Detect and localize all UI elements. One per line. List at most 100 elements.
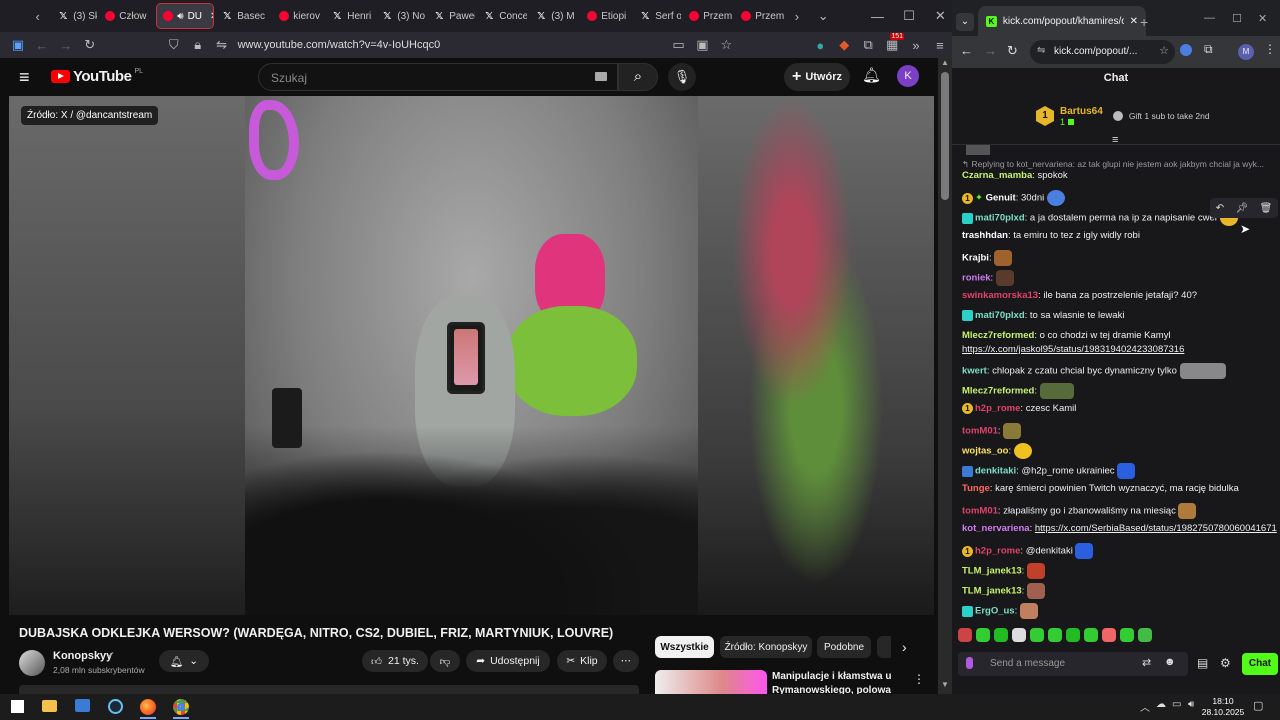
chat-username[interactable]: denkitaki xyxy=(975,466,1016,477)
chat-username[interactable]: swinkamorska13 xyxy=(962,290,1038,301)
volume-icon[interactable]: 🔊︎ xyxy=(1188,699,1194,710)
quick-emote[interactable] xyxy=(1030,628,1044,642)
new-tab-icon[interactable]: + xyxy=(1140,14,1148,30)
extension-counter-icon[interactable]: ▦ 151 xyxy=(880,33,905,53)
chat-username[interactable]: tomM01 xyxy=(962,506,998,517)
tab-search-button[interactable]: ⌄ xyxy=(956,13,974,31)
url-bar[interactable]: www.youtube.com/watch?v=4v-IoUHcqc0 xyxy=(238,39,667,51)
chat-username[interactable]: ErgO_us xyxy=(975,606,1015,617)
chevron-down-icon[interactable]: ⌄ xyxy=(809,8,838,24)
page-scrollbar[interactable]: ▲ ▼ xyxy=(938,58,952,694)
related-more-icon[interactable]: ⋮ xyxy=(913,672,925,686)
channel-name[interactable]: Konopskyy xyxy=(53,650,112,662)
chat-input-box[interactable]: Send a message ⇄ ☻ xyxy=(958,652,1188,676)
chat-message[interactable]: denkitaki: @h2p_rome ukrainiec xyxy=(962,463,1136,479)
browser-tab[interactable]: 🔊︎ DU ✕ xyxy=(156,3,215,29)
chat-message[interactable]: ErgO_us: xyxy=(962,603,1038,619)
maximize-icon[interactable]: ☐ xyxy=(1232,12,1242,25)
chat-message[interactable]: kot_nervariena: https://x.com/SerbiaBase… xyxy=(962,523,1277,534)
video-player[interactable]: Źródło: X / @dancantstream xyxy=(9,96,934,615)
chat-message[interactable]: Krajbi: xyxy=(962,250,1013,266)
reload-icon[interactable]: ↻ xyxy=(1007,43,1018,59)
notifications-bell-icon[interactable]: 🔔︎ xyxy=(862,66,881,84)
omnibox[interactable]: ⇋ kick.com/popout/... ☆ xyxy=(1030,40,1175,64)
overflow-chevrons-icon[interactable]: » xyxy=(904,38,928,53)
quick-emote[interactable] xyxy=(994,628,1008,642)
chat-username[interactable]: mati70plxd xyxy=(975,213,1025,224)
clock-time[interactable]: 18:10 xyxy=(1200,696,1246,706)
clock-date[interactable]: 28.10.2025 xyxy=(1200,707,1246,717)
hamburger-menu-icon[interactable]: ≡ xyxy=(928,38,952,53)
screenshot-icon[interactable]: ▣ xyxy=(690,37,714,53)
microphone-icon[interactable] xyxy=(966,657,973,669)
chat-message[interactable]: TLM_janek13: xyxy=(962,563,1045,579)
settings-gear-icon[interactable]: ⚙ xyxy=(1220,656,1231,670)
browser-tab[interactable]: Etiopi xyxy=(581,4,631,28)
chat-link[interactable]: https://x.com/jaskol95/status/1983194024… xyxy=(962,344,1184,355)
omnibox-url[interactable]: kick.com/popout/... xyxy=(1054,46,1137,57)
close-tab-icon[interactable]: ✕ xyxy=(1130,16,1138,27)
browser-tab[interactable]: Przem xyxy=(735,4,785,28)
chat-username[interactable]: Czarna_mamba xyxy=(962,170,1032,181)
chat-username[interactable]: tomM01 xyxy=(962,426,998,437)
chat-username[interactable]: Krajbi xyxy=(962,253,989,264)
search-box[interactable]: Szukaj xyxy=(258,63,618,91)
chat-message[interactable]: 1 h2p_rome: czesc Kamil xyxy=(962,403,1076,414)
share-button[interactable]: ➦ Udostępnij xyxy=(466,650,550,672)
chat-message[interactable]: Tunge: karę śmierci powinien Twitch wyzn… xyxy=(962,483,1239,494)
kick-tab[interactable]: K kick.com/popout/khamires/cha ✕ xyxy=(978,6,1146,36)
monitor-app-icon[interactable] xyxy=(75,699,90,712)
close-window-icon[interactable]: ✕ xyxy=(929,8,952,24)
delete-icon[interactable]: 🗑︎ xyxy=(1260,203,1273,214)
voice-search-button[interactable]: 🎙︎ xyxy=(668,63,696,91)
browser-tab[interactable]: Człow xyxy=(99,4,155,28)
more-actions-button[interactable]: ⋯ xyxy=(613,650,639,672)
chip-next-icon[interactable]: › xyxy=(902,639,907,655)
pin-icon[interactable]: 📌︎ xyxy=(1235,203,1248,214)
back-icon[interactable]: ← xyxy=(960,43,973,58)
chat-username[interactable]: Mlecz7reformed xyxy=(962,330,1034,341)
chat-username[interactable]: Tunge xyxy=(962,483,990,494)
close-tab-icon[interactable]: ✕ xyxy=(210,11,213,22)
close-window-icon[interactable]: ✕ xyxy=(1258,12,1267,25)
chat-username[interactable]: h2p_rome xyxy=(975,403,1020,414)
windows-start-icon[interactable] xyxy=(11,700,24,713)
browser-tab[interactable]: 𝕏 Henri xyxy=(325,4,373,28)
chat-message[interactable]: mati70plxd: to sa wlasnie te lewaki xyxy=(962,310,1124,321)
quick-emote[interactable] xyxy=(1066,628,1080,642)
tray-cloud-icon[interactable]: ☁ xyxy=(1156,699,1166,710)
permissions-icon[interactable]: ⇋ xyxy=(210,37,234,53)
browser-tab[interactable]: kierov xyxy=(273,4,323,28)
chat-username[interactable]: TLM_janek13 xyxy=(962,566,1022,577)
chat-username[interactable]: kwert xyxy=(962,366,987,377)
chat-message[interactable]: Mlecz7reformed: xyxy=(962,383,1074,399)
chat-username[interactable]: h2p_rome xyxy=(975,546,1020,557)
translate-icon[interactable]: ⇄ xyxy=(1142,656,1151,669)
related-title-line1[interactable]: Manipulacje i kłamstwa u xyxy=(772,671,891,682)
create-button[interactable]: + Utwórz xyxy=(784,63,850,91)
chrome-icon[interactable] xyxy=(173,699,189,715)
browser-tab[interactable]: 𝕏 Basec xyxy=(215,4,271,28)
network-icon[interactable]: ▭ xyxy=(1172,699,1181,710)
bookmark-star-icon[interactable]: ☆ xyxy=(1159,44,1169,57)
quick-emote[interactable] xyxy=(958,628,972,642)
chat-message[interactable]: trashhdan: ta emiru to tez z igly widly … xyxy=(962,230,1140,241)
forward-icon[interactable]: → xyxy=(54,38,78,53)
chat-message[interactable]: https://x.com/jaskol95/status/1983194024… xyxy=(962,344,1184,355)
file-explorer-icon[interactable] xyxy=(42,700,57,712)
forward-icon[interactable]: → xyxy=(984,43,997,58)
bookmark-star-icon[interactable]: ☆ xyxy=(714,37,738,53)
steam-icon[interactable] xyxy=(108,699,123,714)
top-gifter-card[interactable]: 1 Bartus64 1 Gift 1 sub to take 2nd xyxy=(1036,103,1210,129)
chat-input[interactable]: Send a message xyxy=(990,658,1065,669)
maximize-icon[interactable]: ☐ xyxy=(897,8,920,24)
chat-username[interactable]: mati70plxd xyxy=(975,310,1025,321)
picture-in-picture-icon[interactable]: ▭ xyxy=(667,37,691,53)
chat-message[interactable]: Mlecz7reformed: o co chodzi w tej dramie… xyxy=(962,330,1171,341)
chat-message[interactable]: wojtas_oo: xyxy=(962,443,1032,459)
quick-emote[interactable] xyxy=(1102,628,1116,642)
extensions-icon[interactable]: ⧉ xyxy=(1204,42,1213,57)
minimize-icon[interactable]: — xyxy=(1204,12,1215,24)
quick-emote[interactable] xyxy=(976,628,990,642)
chat-message[interactable]: mati70plxd: a ja dostalem perma na ip za… xyxy=(962,210,1238,226)
